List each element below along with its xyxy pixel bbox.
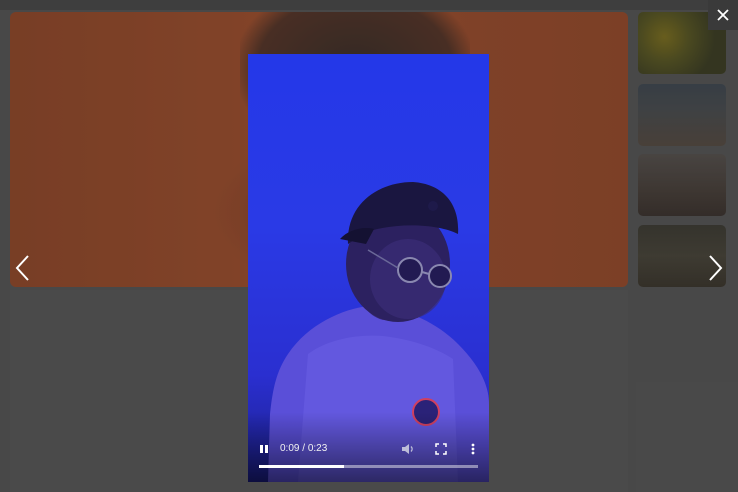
pause-icon: [260, 445, 268, 453]
fullscreen-button[interactable]: [434, 442, 448, 456]
more-options-button[interactable]: [468, 442, 478, 456]
progress-fill: [259, 465, 345, 468]
volume-icon: [402, 444, 413, 454]
close-button[interactable]: [708, 0, 738, 30]
fullscreen-icon: [435, 443, 447, 455]
progress-bar[interactable]: [259, 465, 478, 468]
chevron-left-icon: [15, 255, 29, 281]
video-player[interactable]: 0:09 / 0:23: [248, 54, 489, 482]
time-separator: /: [299, 443, 308, 454]
chevron-right-icon: [709, 255, 723, 281]
close-icon: [717, 9, 729, 21]
pause-button[interactable]: [258, 442, 270, 456]
video-controls: 0:09 / 0:23: [248, 440, 489, 460]
more-vert-icon: [471, 443, 475, 455]
mute-button[interactable]: [400, 442, 416, 456]
time-display: 0:09 / 0:23: [280, 443, 327, 454]
next-button[interactable]: [700, 250, 730, 286]
duration: 0:23: [307, 443, 328, 454]
current-time: 0:09: [280, 443, 300, 454]
previous-button[interactable]: [8, 250, 38, 286]
